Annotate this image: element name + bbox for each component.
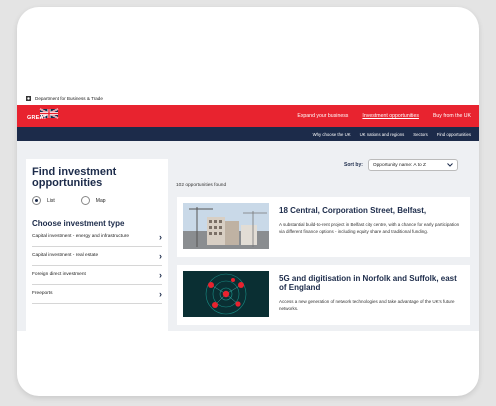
main-content: Find investment opportunities List Map C… (17, 141, 479, 331)
radio-icon[interactable] (80, 196, 90, 205)
chevron-right-icon: › (159, 251, 162, 261)
sort-label: Sort by: (344, 162, 363, 168)
view-toggle: List Map (32, 196, 162, 205)
type-energy-infrastructure[interactable]: Capital investment - energy and infrastr… (32, 228, 162, 247)
chevron-right-icon: › (159, 289, 162, 299)
subnav-nations-regions[interactable]: UK nations and regions (360, 132, 405, 137)
nav-buy-from-uk[interactable]: Buy from the UK (433, 113, 471, 119)
result-description: A substantial build-to-rent project in B… (279, 222, 460, 234)
view-list-option[interactable]: List (32, 196, 55, 205)
result-body: 5G and digitisation in Norfolk and Suffo… (279, 271, 464, 319)
result-title[interactable]: 5G and digitisation in Norfolk and Suffo… (279, 274, 464, 292)
screenshot-card: Department for Business & Trade GREAT Ex… (17, 7, 479, 396)
nav-investment-opportunities[interactable]: Investment opportunities (362, 113, 419, 119)
chevron-down-icon (447, 163, 453, 167)
filter-sidebar: Find investment opportunities List Map C… (26, 159, 168, 331)
view-map-label: Map (95, 197, 106, 204)
result-title[interactable]: 18 Central, Corporation Street, Belfast, (279, 206, 464, 215)
subnav-why-uk[interactable]: Why choose the UK (313, 132, 351, 137)
sort-select[interactable]: Opportunity name: A to Z (367, 159, 458, 171)
crest-icon (25, 95, 32, 102)
nav-expand-business[interactable]: Expand your business (297, 113, 348, 119)
type-real-estate[interactable]: Capital investment - real estate › (32, 247, 162, 266)
sub-nav: Why choose the UK UK nations and regions… (17, 127, 479, 141)
result-description: Access a new generation of network techn… (279, 299, 455, 311)
type-fdi[interactable]: Foreign direct investment › (32, 266, 162, 285)
sort-value: Opportunity name: A to Z (372, 162, 426, 168)
investment-type-heading: Choose investment type (32, 219, 125, 228)
department-name[interactable]: Department for Business & Trade (35, 96, 103, 101)
type-label: Freeports (32, 290, 53, 296)
type-label: Capital investment - energy and infrastr… (32, 233, 130, 239)
results-count: 102 opportunities found (176, 183, 227, 188)
logo-text: GREAT (27, 115, 47, 121)
view-list-label: List (47, 197, 55, 204)
result-card[interactable]: 5G and digitisation in Norfolk and Suffo… (177, 265, 470, 325)
type-label: Foreign direct investment (32, 271, 86, 277)
sidebar-title: Find investment opportunities (32, 166, 117, 189)
result-image-belfast[interactable] (183, 203, 269, 249)
view-map-option[interactable]: Map (80, 196, 106, 205)
result-card[interactable]: 18 Central, Corporation Street, Belfast,… (177, 197, 470, 257)
government-bar: Department for Business & Trade (17, 91, 479, 105)
main-nav: Expand your business Investment opportun… (297, 105, 471, 127)
subnav-find-opportunities[interactable]: Find opportunities (437, 132, 471, 137)
subnav-sectors[interactable]: Sectors (413, 132, 428, 137)
great-logo[interactable]: GREAT (27, 108, 59, 124)
site-header: GREAT Expand your business Investment op… (17, 105, 479, 127)
chevron-right-icon: › (159, 270, 162, 280)
radio-icon[interactable] (32, 196, 41, 205)
type-label: Capital investment - real estate (32, 252, 99, 258)
chevron-right-icon: › (159, 232, 162, 242)
result-body: 18 Central, Corporation Street, Belfast,… (279, 203, 464, 251)
result-image-5g[interactable] (183, 271, 269, 317)
sort-control: Sort by: Opportunity name: A to Z (344, 159, 458, 171)
type-freeports[interactable]: Freeports › (32, 285, 162, 304)
